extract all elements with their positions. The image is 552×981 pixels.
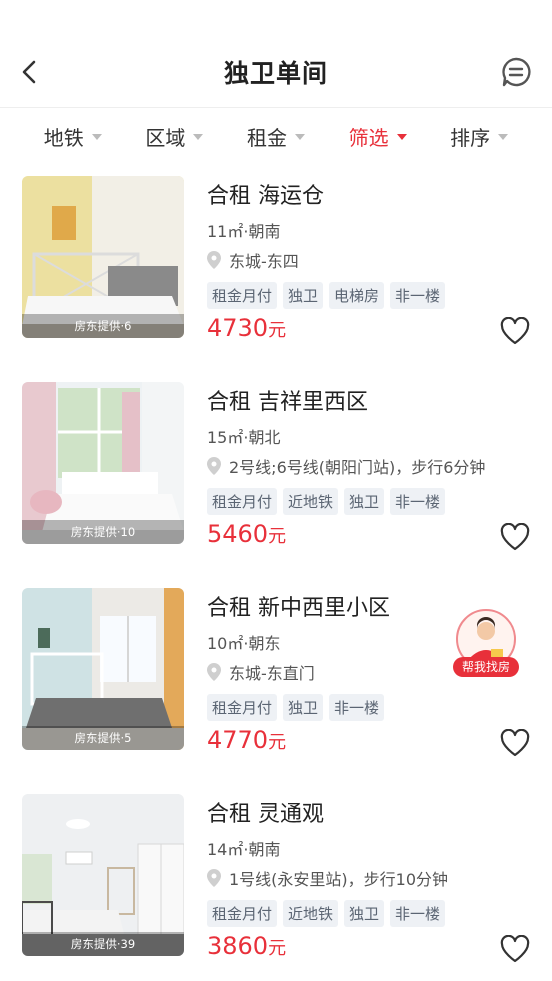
tag: 独卫 (283, 282, 324, 309)
filter-bar: 地铁 区域 租金 筛选 排序 (0, 108, 552, 164)
location-pin-icon (207, 663, 221, 681)
caret-down-icon (294, 134, 305, 140)
tag: 非一楼 (329, 694, 385, 721)
filter-label: 区域 (145, 125, 186, 150)
location-text: 2号线;6号线(朝阳门站)，步行6分钟 (229, 458, 486, 477)
price-unit: 元 (268, 732, 287, 753)
caret-down-icon (193, 134, 204, 140)
heart-icon[interactable] (500, 729, 530, 757)
photo-source-badge: 房东提供·6 (22, 314, 184, 338)
location-pin-icon (207, 251, 221, 269)
filter-subway[interactable]: 地铁 (44, 122, 102, 151)
caret-down-icon (91, 134, 102, 140)
listing-spec: 11㎡·朝南 (207, 222, 281, 241)
listing-card[interactable]: 房东提供·6 合租 海运仓 11㎡·朝南 东城-东四 租金月付 独卫 电梯房 非… (0, 176, 552, 346)
price-value: 3860 (207, 932, 269, 960)
listing-card[interactable]: 房东提供·39 合租 灵通观 14㎡·朝南 1号线(永安里站)，步行10分钟 租… (0, 794, 552, 964)
heart-icon[interactable] (500, 317, 530, 345)
tag: 非一楼 (390, 488, 446, 515)
tag: 近地铁 (283, 488, 339, 515)
find-room-helper-button[interactable]: 帮我找房 (453, 609, 519, 677)
tag-list: 租金月付 近地铁 独卫 非一楼 (207, 900, 446, 927)
listing-price: 5460元 (207, 520, 286, 548)
tag: 电梯房 (329, 282, 385, 309)
page-title: 独卫单间 (223, 59, 328, 88)
price-value: 4770 (207, 726, 269, 754)
listing-title: 合租 海运仓 (207, 184, 324, 209)
tag: 独卫 (283, 694, 324, 721)
tag: 非一楼 (390, 900, 446, 927)
filter-rent[interactable]: 租金 (247, 122, 305, 151)
price-unit: 元 (268, 320, 287, 341)
photo-source-badge: 房东提供·5 (22, 726, 184, 750)
tag: 近地铁 (283, 900, 339, 927)
tag-list: 租金月付 近地铁 独卫 非一楼 (207, 488, 446, 515)
helper-label: 帮我找房 (453, 657, 519, 677)
tag: 租金月付 (207, 488, 278, 515)
location-text: 东城-东四 (229, 252, 299, 271)
listing-photo[interactable]: 房东提供·10 (22, 382, 184, 544)
listing-title: 合租 吉祥里西区 (207, 390, 368, 415)
tag: 租金月付 (207, 694, 278, 721)
listing-title: 合租 灵通观 (207, 802, 324, 827)
filter-label: 租金 (246, 125, 287, 150)
filter-sort[interactable]: 排序 (450, 122, 509, 151)
filter-label: 排序 (450, 125, 491, 150)
photo-source-badge: 房东提供·10 (22, 520, 184, 544)
filter-label: 地铁 (43, 125, 84, 150)
listing-location: 东城-东四 (207, 248, 299, 272)
caret-down-icon (396, 134, 407, 140)
price-value: 5460 (207, 520, 269, 548)
listing-location: 1号线(永安里站)，步行10分钟 (207, 866, 448, 890)
tag: 非一楼 (390, 282, 446, 309)
listing-title: 合租 新中西里小区 (207, 596, 390, 621)
location-pin-icon (207, 869, 221, 887)
listing-card[interactable]: 房东提供·10 合租 吉祥里西区 15㎡·朝北 2号线;6号线(朝阳门站)，步行… (0, 382, 552, 552)
price-unit: 元 (268, 938, 287, 959)
filter-label: 筛选 (348, 125, 389, 150)
filter-district[interactable]: 区域 (145, 122, 204, 151)
tag-list: 租金月付 独卫 非一楼 (207, 694, 385, 721)
location-text: 东城-东直门 (229, 664, 315, 683)
listing-spec: 10㎡·朝东 (207, 634, 281, 653)
listing-spec: 14㎡·朝南 (207, 840, 281, 859)
heart-icon[interactable] (500, 935, 530, 963)
caret-down-icon (498, 134, 509, 140)
heart-icon[interactable] (500, 523, 530, 551)
listing-price: 4730元 (207, 314, 286, 342)
tag-list: 租金月付 独卫 电梯房 非一楼 (207, 282, 446, 309)
top-bar: 独卫单间 (0, 36, 552, 108)
tag: 租金月付 (207, 900, 278, 927)
message-icon[interactable] (500, 56, 532, 88)
tag: 独卫 (344, 900, 385, 927)
listing-photo[interactable]: 房东提供·6 (22, 176, 184, 338)
listing-photo[interactable]: 房东提供·5 (22, 588, 184, 750)
filter-more[interactable]: 筛选 (349, 122, 407, 151)
location-text: 1号线(永安里站)，步行10分钟 (229, 870, 449, 889)
listing-spec: 15㎡·朝北 (207, 428, 281, 447)
location-pin-icon (207, 457, 221, 475)
photo-source-badge: 房东提供·39 (22, 932, 184, 956)
listing-price: 4770元 (207, 726, 286, 754)
listing-location: 东城-东直门 (207, 660, 315, 684)
tag: 独卫 (344, 488, 385, 515)
listing-photo[interactable]: 房东提供·39 (22, 794, 184, 956)
price-value: 4730 (207, 314, 269, 342)
listing-location: 2号线;6号线(朝阳门站)，步行6分钟 (207, 454, 485, 478)
tag: 租金月付 (207, 282, 278, 309)
price-unit: 元 (268, 526, 287, 547)
listing-price: 3860元 (207, 932, 286, 960)
